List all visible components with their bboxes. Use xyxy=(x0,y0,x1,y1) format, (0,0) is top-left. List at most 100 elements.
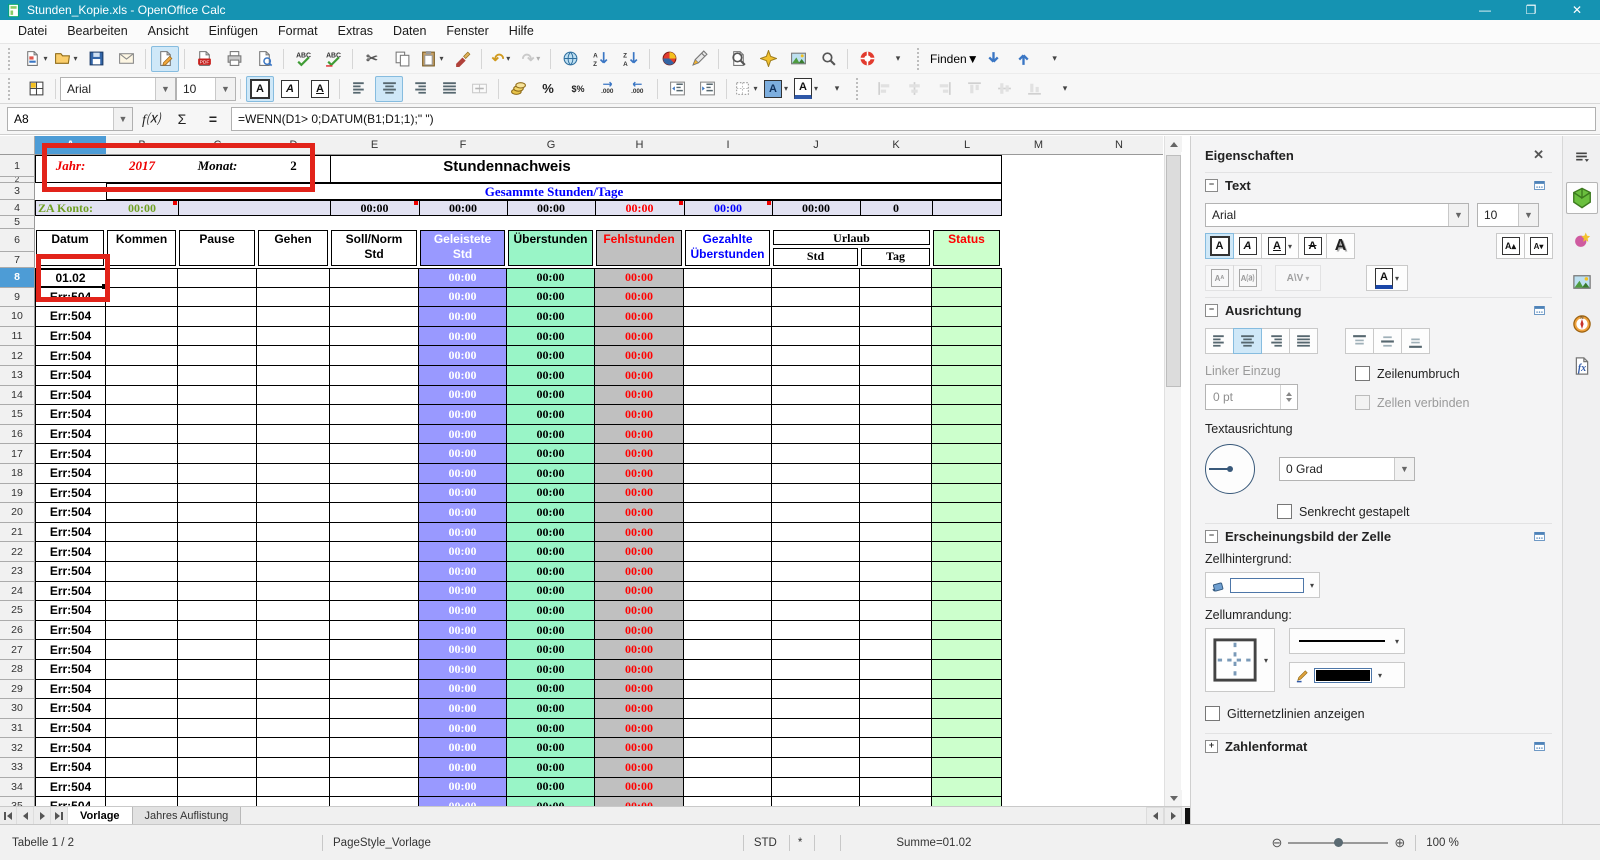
minimize-button[interactable]: — xyxy=(1462,0,1508,20)
cell-K19[interactable] xyxy=(860,483,932,504)
cell-A17[interactable]: Err:504 xyxy=(35,444,106,464)
column-header-B[interactable]: B xyxy=(106,136,179,155)
cell-B27[interactable] xyxy=(106,640,178,660)
vertical-scroll-thumb[interactable] xyxy=(1166,155,1181,387)
section-alignment[interactable]: − Ausrichtung xyxy=(1205,297,1552,322)
cell-H22[interactable]: 00:00 xyxy=(595,542,684,562)
cell-I11[interactable] xyxy=(684,326,772,347)
cell-H11[interactable]: 00:00 xyxy=(595,326,684,347)
zoom-out-button[interactable]: ⊖ xyxy=(1271,835,1282,851)
cell-C28[interactable] xyxy=(178,660,257,680)
sidebar-superscript-button[interactable]: Aᴬ xyxy=(1205,265,1234,291)
cell-F14[interactable]: 00:00 xyxy=(419,385,507,406)
cell-L30[interactable] xyxy=(932,699,1002,719)
column-header-I[interactable]: I xyxy=(684,136,773,155)
cell-K35[interactable] xyxy=(860,797,932,806)
sidebar-font-name-select[interactable]: Arial ▼ xyxy=(1205,203,1469,227)
cell-J22[interactable] xyxy=(772,542,860,562)
cell-B24[interactable] xyxy=(106,581,178,602)
cell-K30[interactable] xyxy=(860,699,932,719)
cell-J31[interactable] xyxy=(772,718,860,739)
cell-D13[interactable] xyxy=(257,366,330,386)
cell-I26[interactable] xyxy=(684,620,772,641)
row-header-8[interactable]: 8 xyxy=(0,268,35,288)
cell-F10[interactable]: 00:00 xyxy=(419,307,507,327)
column-header-F[interactable]: F xyxy=(419,136,508,155)
border-preview-button[interactable]: ▾ xyxy=(1205,628,1276,692)
cell-E11[interactable] xyxy=(330,326,419,347)
cell-H19[interactable]: 00:00 xyxy=(595,483,684,504)
row-header-1[interactable]: 1 xyxy=(0,155,35,177)
cell-H27[interactable]: 00:00 xyxy=(595,640,684,660)
cell-E33[interactable] xyxy=(330,758,419,778)
sidebar-font-color-button[interactable]: A ▾ xyxy=(1366,265,1408,291)
cell-J14[interactable] xyxy=(772,385,860,406)
cell-A27[interactable]: Err:504 xyxy=(35,640,106,660)
expand-icon[interactable]: + xyxy=(1205,739,1218,753)
cell-G21[interactable]: 00:00 xyxy=(507,522,595,543)
cell-I33[interactable] xyxy=(684,758,772,778)
functions-deck-icon[interactable]: fx xyxy=(1566,350,1598,382)
cell-C11[interactable] xyxy=(178,326,257,347)
cell-F8[interactable]: 00:00 xyxy=(419,268,507,288)
cell-B23[interactable] xyxy=(106,562,178,582)
column-header-E[interactable]: E xyxy=(330,136,420,155)
cell-B31[interactable] xyxy=(106,718,178,739)
cell-L23[interactable] xyxy=(932,562,1002,582)
cell-G8[interactable]: 00:00 xyxy=(507,268,595,288)
cell-F25[interactable]: 00:00 xyxy=(419,601,507,621)
cut-button[interactable]: ✂ xyxy=(358,46,386,72)
cell-F23[interactable]: 00:00 xyxy=(419,562,507,582)
cell-E10[interactable] xyxy=(330,307,419,327)
cell-E13[interactable] xyxy=(330,366,419,386)
cell-I32[interactable] xyxy=(684,738,772,758)
cell-G16[interactable]: 00:00 xyxy=(507,424,595,445)
cell-J24[interactable] xyxy=(772,581,860,602)
row-header-32[interactable]: 32 xyxy=(0,738,35,758)
cell-L12[interactable] xyxy=(932,346,1002,366)
sidebar-italic-button[interactable]: A xyxy=(1233,233,1262,259)
cell-F26[interactable]: 00:00 xyxy=(419,620,507,641)
header-urlaub-std[interactable]: Std xyxy=(773,248,858,266)
cell-A11[interactable]: Err:504 xyxy=(35,326,106,347)
cell-A23[interactable]: Err:504 xyxy=(35,562,106,582)
section-number-format[interactable]: + Zahlenformat xyxy=(1205,733,1552,758)
cell-B18[interactable] xyxy=(106,464,178,484)
sidebar-decrease-font-button[interactable]: A▾ xyxy=(1524,233,1553,259)
cell-D23[interactable] xyxy=(257,562,330,582)
rotation-dial[interactable] xyxy=(1205,444,1255,494)
cell-B12[interactable] xyxy=(106,346,178,366)
cell-C33[interactable] xyxy=(178,758,257,778)
cell-G15[interactable]: 00:00 xyxy=(507,405,595,425)
align-justify-button[interactable] xyxy=(435,76,463,102)
cell-B16[interactable] xyxy=(106,424,178,445)
cell-E35[interactable] xyxy=(330,797,419,806)
hscroll-left-button[interactable] xyxy=(1146,806,1164,825)
vertical-scrollbar[interactable] xyxy=(1164,136,1182,806)
edit-file-button[interactable] xyxy=(151,45,179,72)
cell-C15[interactable] xyxy=(178,405,257,425)
row-header-27[interactable]: 27 xyxy=(0,640,35,660)
cell-B9[interactable] xyxy=(106,287,178,308)
cell-J12[interactable] xyxy=(772,346,860,366)
cell-K20[interactable] xyxy=(860,503,932,523)
cell-D16[interactable] xyxy=(257,424,330,445)
cell-F34[interactable]: 00:00 xyxy=(419,777,507,798)
cell-L9[interactable] xyxy=(932,287,1002,308)
cell-B13[interactable] xyxy=(106,366,178,386)
cell-D32[interactable] xyxy=(257,738,330,758)
hscroll-right-button[interactable] xyxy=(1164,806,1182,825)
cell-L11[interactable] xyxy=(932,326,1002,347)
cell-K11[interactable] xyxy=(860,326,932,347)
cell-K9[interactable] xyxy=(860,287,932,308)
cell-G19[interactable]: 00:00 xyxy=(507,483,595,504)
row-header-6[interactable]: 6 xyxy=(0,229,35,252)
wrap-text-checkbox[interactable] xyxy=(1355,366,1370,381)
row-header-25[interactable]: 25 xyxy=(0,601,35,621)
cell-E34[interactable] xyxy=(330,777,419,798)
cell-G20[interactable]: 00:00 xyxy=(507,503,595,523)
align-objects-left-button[interactable] xyxy=(870,76,898,102)
row-header-9[interactable]: 9 xyxy=(0,287,35,308)
cell-dialog-launcher-icon[interactable] xyxy=(1533,528,1546,545)
column-header-K[interactable]: K xyxy=(860,136,933,155)
